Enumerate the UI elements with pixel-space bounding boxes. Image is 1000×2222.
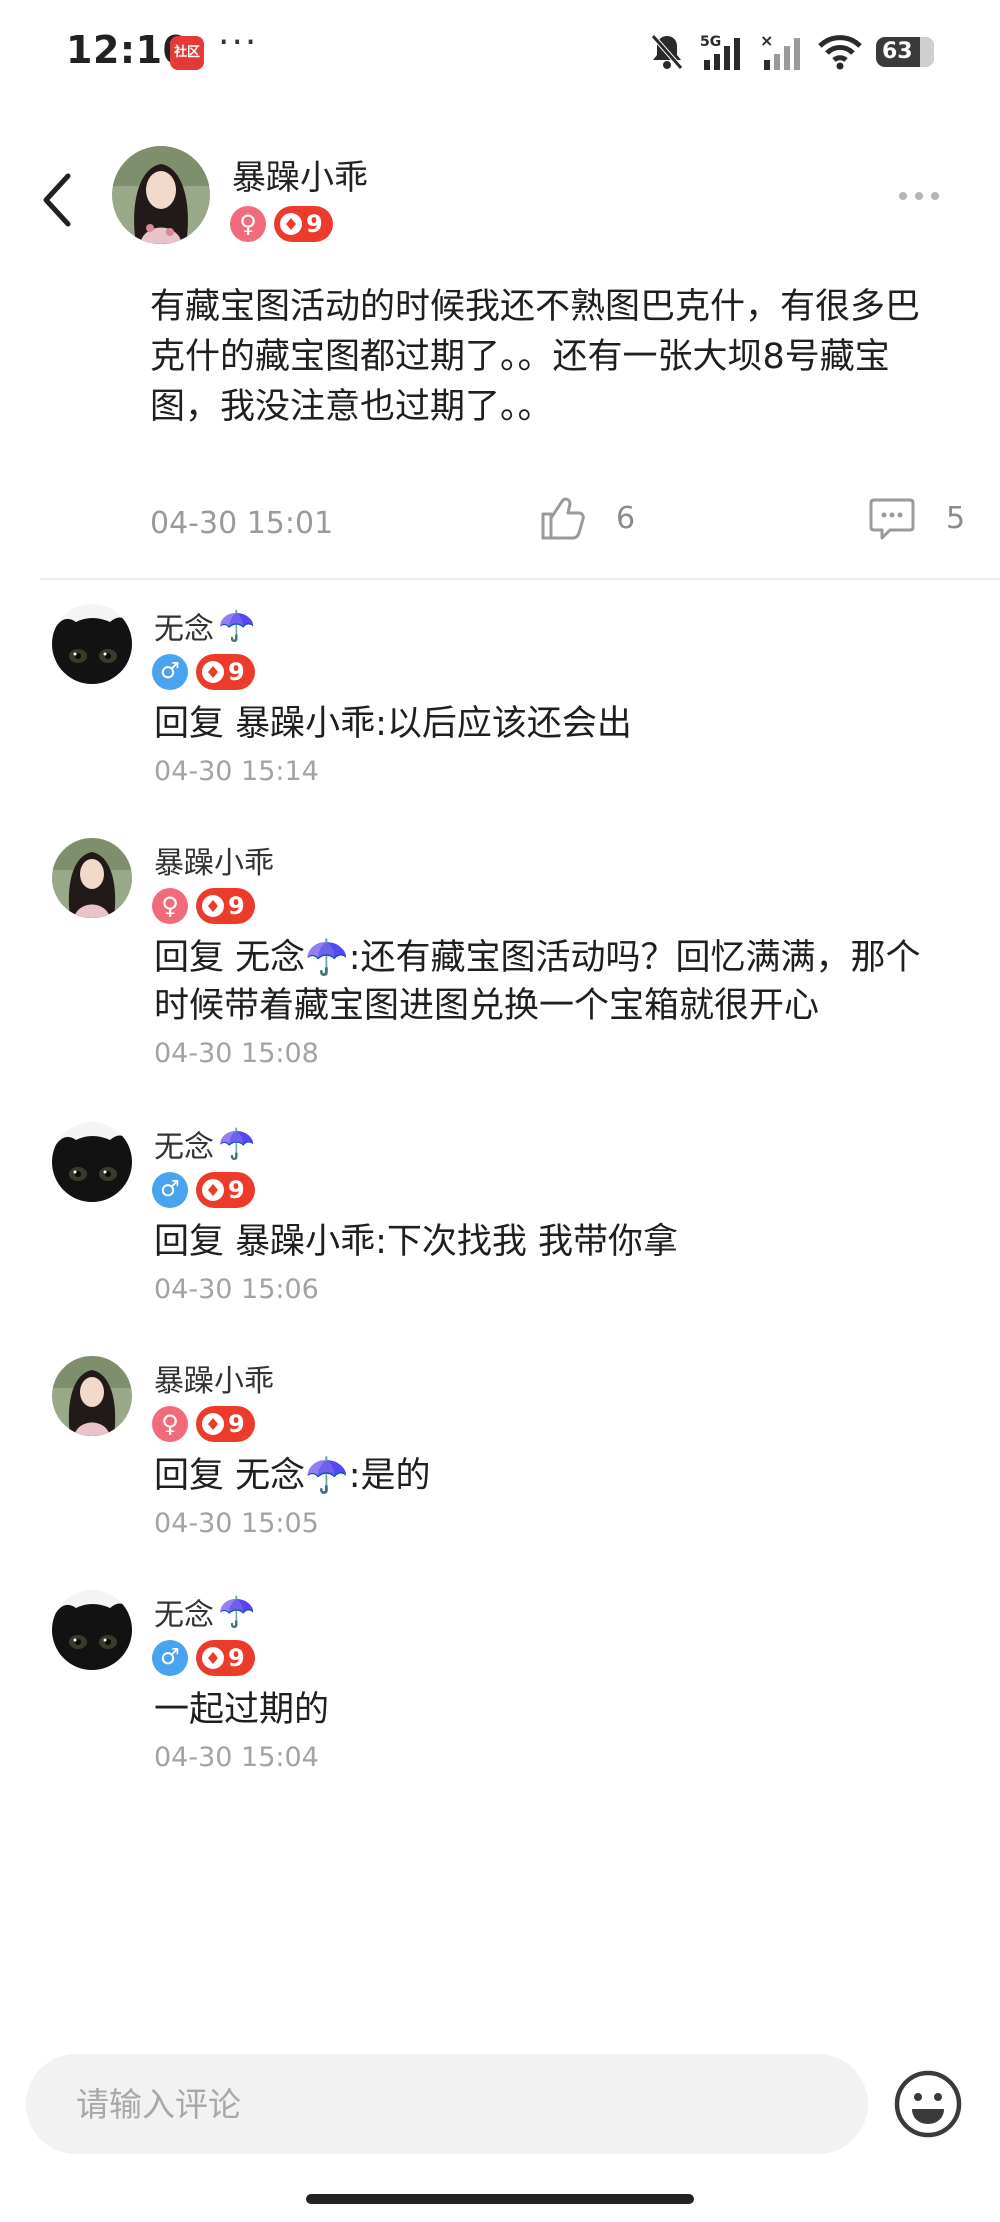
reply-time: 04-30 15:14: [154, 756, 319, 787]
signal-no-sim-icon: ×: [760, 32, 804, 72]
level-number: 9: [306, 210, 323, 238]
more-notifications-icon: ···: [218, 22, 259, 63]
thumbs-up-icon: [541, 497, 585, 540]
battery-icon: 63: [876, 37, 934, 67]
level-number: 9: [228, 892, 245, 920]
level-number: 9: [228, 1644, 245, 1672]
post-time: 04-30 15:01: [150, 506, 334, 541]
like-count: 6: [616, 500, 636, 536]
male-gender-icon: ♂: [152, 1640, 188, 1676]
diamond-icon: [202, 661, 224, 683]
comment-bubble-icon: [869, 498, 915, 540]
level-number: 9: [228, 1176, 245, 1204]
emoji-button[interactable]: [892, 2068, 964, 2140]
reply-text: 回复 暴躁小乖:以后应该还会出: [154, 704, 632, 744]
reply-author-name[interactable]: 无念 ☂️: [154, 604, 255, 648]
avatar[interactable]: [112, 146, 210, 244]
status-bar: 12:10 社区 ··· 5G × 63: [0, 0, 1000, 110]
reply-author-name[interactable]: 暴躁小乖: [154, 1356, 278, 1400]
level-badge: 9: [196, 654, 255, 690]
reply-author-text: 无念: [154, 1130, 214, 1165]
reply-author-name[interactable]: 无念 ☂️: [154, 1122, 255, 1166]
app-notification-icon: 社区: [170, 36, 204, 70]
reply-time: 04-30 15:08: [154, 1038, 319, 1069]
more-dots-icon: [899, 192, 939, 200]
wifi-icon: [818, 34, 862, 70]
status-icons: 5G × 63: [650, 30, 934, 74]
comment-button[interactable]: 5: [868, 494, 965, 542]
reply-text: 回复 无念☂️:还有藏宝图活动吗？回忆满满，那个时候带着藏宝图进图兑换一个宝箱就…: [154, 938, 921, 1026]
more-options-button[interactable]: [894, 176, 944, 216]
reply-text: 回复 无念☂️:是的: [154, 1456, 431, 1496]
back-button[interactable]: [38, 170, 78, 230]
avatar[interactable]: [52, 1356, 132, 1436]
chevron-left-icon: [43, 173, 71, 227]
diamond-icon: [202, 1179, 224, 1201]
diamond-icon: [202, 1413, 224, 1435]
male-gender-icon: ♂: [152, 654, 188, 690]
female-gender-icon: ♀: [152, 1406, 188, 1442]
level-number: 9: [228, 1410, 245, 1438]
svg-text:5G: 5G: [700, 34, 721, 50]
comment-input-bar[interactable]: [26, 2054, 868, 2154]
umbrella-icon: ☂️: [218, 1594, 256, 1630]
reply-author-text: 暴躁小乖: [154, 1364, 274, 1399]
reply-author-text: 无念: [154, 1598, 214, 1633]
comment-count: 5: [946, 500, 966, 536]
signal-5g-icon: 5G: [698, 32, 746, 72]
author-badges: ♂ 9: [152, 1640, 255, 1676]
divider: [40, 578, 1000, 580]
battery-level: 63: [882, 39, 913, 64]
author-badges: ♀ 9: [152, 1406, 255, 1442]
reply-text: 回复 暴躁小乖:下次找我 我带你拿: [154, 1222, 679, 1262]
author-badges: ♀ 9: [230, 206, 333, 242]
avatar[interactable]: [52, 838, 132, 918]
reply-author-name[interactable]: 暴躁小乖: [154, 838, 278, 882]
umbrella-icon: ☂️: [218, 1126, 256, 1162]
author-badges: ♂ 9: [152, 1172, 255, 1208]
level-badge: 9: [196, 1406, 255, 1442]
level-badge: 9: [196, 1640, 255, 1676]
level-badge: 9: [274, 206, 333, 242]
reply-time: 04-30 15:04: [154, 1742, 319, 1773]
home-indicator[interactable]: [306, 2194, 694, 2204]
avatar[interactable]: [52, 1590, 132, 1670]
smiley-icon: [894, 2070, 962, 2138]
level-number: 9: [228, 658, 245, 686]
female-gender-icon: ♀: [230, 206, 266, 242]
avatar[interactable]: [52, 604, 132, 684]
comment-input[interactable]: [26, 2054, 868, 2154]
diamond-icon: [280, 213, 302, 235]
male-gender-icon: ♂: [152, 1172, 188, 1208]
like-button[interactable]: 6: [538, 494, 635, 542]
reply-author-text: 无念: [154, 612, 214, 647]
post-author-name[interactable]: 暴躁小乖: [232, 150, 368, 199]
author-badges: ♂ 9: [152, 654, 255, 690]
bell-muted-icon: [650, 32, 684, 72]
girl-avatar-image: [112, 146, 210, 244]
reply-author-text: 暴躁小乖: [154, 846, 274, 881]
diamond-icon: [202, 895, 224, 917]
author-badges: ♀ 9: [152, 888, 255, 924]
reply-author-name[interactable]: 无念 ☂️: [154, 1590, 255, 1634]
reply-time: 04-30 15:05: [154, 1508, 319, 1539]
avatar[interactable]: [52, 1122, 132, 1202]
diamond-icon: [202, 1647, 224, 1669]
reply-text: 一起过期的: [154, 1690, 330, 1730]
level-badge: 9: [196, 888, 255, 924]
post-content: 有藏宝图活动的时候我还不熟图巴克什，有很多巴克什的藏宝图都过期了。。还有一张大坝…: [150, 287, 921, 427]
reply-time: 04-30 15:06: [154, 1274, 319, 1305]
umbrella-icon: ☂️: [218, 608, 256, 644]
female-gender-icon: ♀: [152, 888, 188, 924]
svg-text:×: ×: [760, 32, 773, 50]
level-badge: 9: [196, 1172, 255, 1208]
